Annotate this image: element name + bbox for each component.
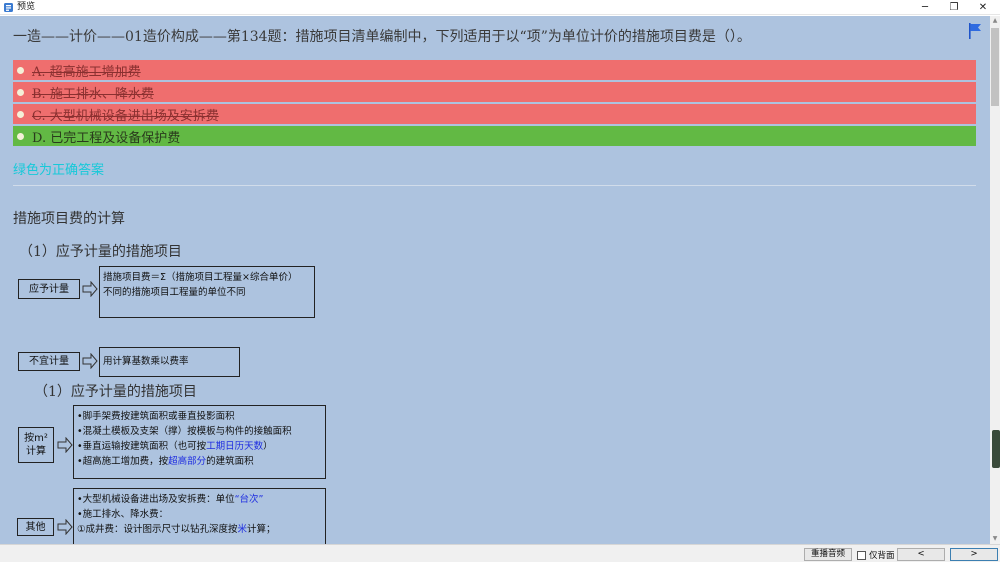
- explanation-subtitle-2: （1）应予计量的措施项目: [34, 384, 197, 400]
- highlight-meter: 米: [237, 524, 248, 535]
- item-scaffold: •脚手架费按建筑面积或垂直投影面积: [77, 411, 235, 422]
- option-c-label: C. 大型机械设备进出场及安拆费: [32, 108, 219, 124]
- desc-per-square-meter: •脚手架费按建筑面积或垂直投影面积 •混凝土模板及支架（撑）按模板与构件的接触面…: [73, 405, 326, 479]
- tag-per-square-meter: 按m² 计算: [18, 427, 54, 463]
- item-super-high: •超高施工增加费，按超高部分的建筑面积: [77, 456, 254, 467]
- highlight-unit-times: “台次”: [234, 494, 264, 505]
- option-bullet: [17, 132, 24, 140]
- prev-button[interactable]: <: [897, 548, 945, 561]
- option-d-label: D. 已完工程及设备保护费: [32, 130, 181, 146]
- question-text: 一造——计价——01造价构成——第134题：措施项目清单编制中，下列适用于以“项…: [13, 29, 751, 45]
- scroll-down-icon[interactable]: ▼: [990, 534, 1000, 544]
- highlight-calendar-days: 工期日历天数: [206, 441, 264, 452]
- tag-not-measurable: 不宜计量: [18, 352, 80, 371]
- item-formwork: •混凝土模板及支架（撑）按模板与构件的接触面积: [77, 426, 292, 437]
- scroll-up-icon[interactable]: ▲: [990, 16, 1000, 26]
- tag-per-square-meter-line2: 计算: [26, 446, 46, 457]
- maximize-button[interactable]: ❐: [939, 0, 969, 15]
- item-vertical-transport: •垂直运输按建筑面积（也可按工期日历天数）: [77, 441, 273, 452]
- option-bullet: [17, 110, 24, 118]
- scrollbar-thumb[interactable]: [991, 28, 999, 106]
- arrow-right-icon: [82, 353, 98, 369]
- highlight-super-high-part: 超高部分: [168, 456, 207, 467]
- desc-not-measurable: 用计算基数乘以费率: [99, 347, 240, 377]
- option-c[interactable]: C. 大型机械设备进出场及安拆费: [13, 104, 976, 124]
- next-button[interactable]: >: [950, 548, 998, 561]
- desc-measurable-line1: 措施项目费＝Σ（措施项目工程量×综合单价）: [103, 272, 298, 283]
- bottom-toolbar: 重播音频 仅背面 < >: [0, 544, 1000, 562]
- arrow-right-icon: [57, 519, 73, 535]
- minimize-button[interactable]: ─: [910, 0, 940, 15]
- option-a[interactable]: A. 超高施工增加费: [13, 60, 976, 80]
- card-content: 一造——计价——01造价构成——第134题：措施项目清单编制中，下列适用于以“项…: [0, 16, 990, 544]
- checkbox-box[interactable]: [857, 550, 866, 560]
- explanation-title: 措施项目费的计算: [13, 211, 125, 227]
- option-a-label: A. 超高施工增加费: [32, 64, 141, 80]
- option-d[interactable]: D. 已完工程及设备保护费: [13, 126, 976, 146]
- tag-other: 其他: [17, 518, 54, 536]
- arrow-right-icon: [57, 437, 73, 453]
- app-icon: [4, 3, 13, 12]
- divider: [13, 185, 976, 186]
- window-titlebar: 预览 ─ ❐ ✕: [0, 0, 1000, 15]
- desc-measurable-line2: 不同的措施项目工程量的单位不同: [103, 287, 246, 298]
- back-only-label: 仅背面: [869, 551, 895, 561]
- side-handle[interactable]: [992, 430, 1000, 468]
- explanation-subtitle-1: （1）应予计量的措施项目: [19, 244, 182, 260]
- option-b[interactable]: B. 施工排水、降水费: [13, 82, 976, 102]
- flag-icon[interactable]: [968, 23, 982, 39]
- desc-other: •大型机械设备进出场及安拆费：单位“台次” •施工排水、降水费： ①成井费：设计…: [73, 488, 326, 544]
- desc-measurable: 措施项目费＝Σ（措施项目工程量×综合单价） 不同的措施项目工程量的单位不同: [99, 266, 315, 318]
- window-title: 预览: [17, 2, 36, 12]
- back-only-checkbox[interactable]: 仅背面: [857, 549, 895, 561]
- tag-measurable: 应予计量: [18, 279, 80, 299]
- option-bullet: [17, 88, 24, 96]
- item-well-cost: ①成井费：设计图示尺寸以钻孔深度按米计算；: [77, 524, 276, 535]
- option-b-label: B. 施工排水、降水费: [32, 86, 154, 102]
- arrow-right-icon: [82, 281, 98, 297]
- answer-note: 绿色为正确答案: [13, 163, 105, 178]
- tag-per-square-meter-line1: 按m²: [24, 433, 48, 444]
- option-bullet: [17, 66, 24, 74]
- item-large-machinery: •大型机械设备进出场及安拆费：单位“台次”: [77, 494, 264, 505]
- item-drainage: •施工排水、降水费：: [77, 509, 169, 520]
- close-button[interactable]: ✕: [968, 0, 998, 15]
- replay-audio-button[interactable]: 重播音频: [804, 548, 852, 561]
